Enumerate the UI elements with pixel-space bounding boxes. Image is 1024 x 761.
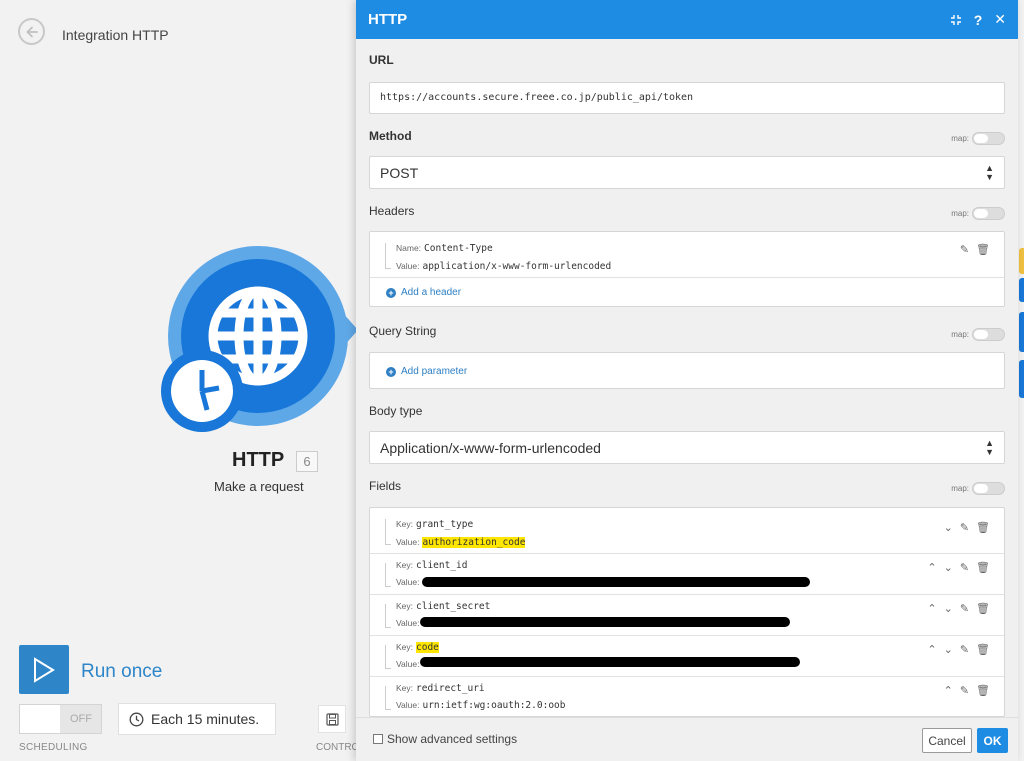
schedule-interval-text: Each 15 minutes.: [151, 711, 260, 727]
save-button[interactable]: [318, 705, 346, 733]
clock-icon: [199, 370, 220, 411]
field-key: code: [416, 642, 439, 653]
plus-circle-icon: +: [386, 287, 396, 298]
method-select[interactable]: POST ▲ ▼: [369, 156, 1005, 189]
field-key: client_id: [416, 560, 468, 571]
field-value: urn:ietf:wg:oauth:2.0:oob: [422, 700, 566, 711]
edit-icon[interactable]: ✎: [960, 561, 969, 574]
scheduling-label: SCHEDULING: [19, 742, 88, 753]
chevron-down-icon[interactable]: ⌄: [944, 602, 953, 615]
query-string-label: Query String: [369, 324, 437, 338]
field-key: client_secret: [416, 601, 491, 612]
method-label: Method: [369, 129, 412, 143]
show-advanced-settings[interactable]: Show advanced settings: [373, 732, 517, 746]
body-type-label: Body type: [369, 404, 423, 418]
save-icon: [325, 712, 339, 726]
field-item: Key: client_id Value: ⌃ ⌄ ✎ 🗑: [380, 555, 994, 593]
field-value: authorization_code: [422, 537, 526, 548]
run-once-button[interactable]: [19, 645, 69, 694]
redaction-mark: [420, 657, 800, 667]
help-icon[interactable]: ?: [974, 12, 983, 28]
method-select-value: POST: [380, 164, 419, 181]
header-name: Content-Type: [424, 243, 493, 254]
clock-icon: [129, 712, 144, 726]
play-icon: [34, 656, 55, 683]
schedule-clock[interactable]: [161, 350, 243, 432]
query-map-toggle[interactable]: map:: [951, 328, 1005, 341]
field-key: grant_type: [416, 519, 474, 530]
back-arrow-icon: [25, 26, 38, 37]
header-item: Name: Content-Type Value: application/x-…: [380, 235, 994, 275]
redaction-mark: [422, 577, 810, 587]
select-caret-icon: ▲ ▼: [985, 437, 994, 457]
body-type-value: Application/x-www-form-urlencoded: [380, 439, 601, 456]
delete-icon[interactable]: 🗑: [976, 243, 990, 256]
panel-footer: Show advanced settings Cancel OK: [356, 717, 1018, 761]
select-caret-icon: ▲ ▼: [985, 162, 994, 182]
scenario-title: Integration HTTP: [62, 27, 169, 43]
body-type-select[interactable]: Application/x-www-form-urlencoded ▲ ▼: [369, 431, 1005, 464]
fields-label: Fields: [369, 479, 402, 493]
back-button[interactable]: [18, 18, 45, 45]
fields-map-toggle[interactable]: map:: [951, 482, 1005, 495]
field-item: Key: code Value: ⌃ ⌄ ✎ 🗑: [380, 637, 994, 675]
edge-indicator: [1019, 248, 1024, 274]
headers-box: Name: Content-Type Value: application/x-…: [369, 231, 1005, 307]
scheduling-toggle[interactable]: OFF: [19, 704, 102, 734]
redaction-mark: [420, 617, 790, 627]
add-header-link[interactable]: + Add a header: [386, 287, 461, 298]
headers-label: Headers: [369, 204, 415, 218]
chevron-up-icon[interactable]: ⌃: [927, 643, 936, 656]
delete-icon[interactable]: 🗑: [976, 684, 990, 697]
plus-circle-icon: +: [386, 366, 396, 377]
edge-indicator: [1019, 360, 1024, 398]
controls-label: CONTRO: [316, 742, 360, 753]
cancel-button[interactable]: Cancel: [922, 728, 972, 753]
query-string-box: + Add parameter: [369, 352, 1005, 389]
chevron-down-icon[interactable]: ⌄: [944, 561, 953, 574]
run-once-label[interactable]: Run once: [81, 661, 162, 683]
fields-box: Key: grant_type Value: authorization_code …: [369, 507, 1005, 717]
http-settings-panel: HTTP ? ✕ URL https://accounts.secure.fre…: [356, 0, 1018, 761]
delete-icon[interactable]: 🗑: [976, 602, 990, 615]
ok-button[interactable]: OK: [977, 728, 1008, 753]
chevron-down-icon[interactable]: ⌄: [944, 521, 953, 534]
edit-icon[interactable]: ✎: [960, 643, 969, 656]
collapse-icon[interactable]: [950, 14, 962, 26]
close-icon[interactable]: ✕: [994, 11, 1006, 28]
field-item: Key: grant_type Value: authorization_code …: [380, 511, 994, 551]
delete-icon[interactable]: 🗑: [976, 521, 990, 534]
url-input[interactable]: https://accounts.secure.freee.co.jp/publ…: [369, 82, 1005, 114]
chevron-up-icon[interactable]: ⌃: [927, 602, 936, 615]
chevron-up-icon[interactable]: ⌃: [927, 561, 936, 574]
advanced-checkbox[interactable]: [373, 734, 383, 744]
edit-icon[interactable]: ✎: [960, 521, 969, 534]
chevron-up-icon[interactable]: ⌃: [944, 684, 953, 697]
header-value: application/x-www-form-urlencoded: [422, 261, 612, 272]
field-key: redirect_uri: [416, 683, 485, 694]
module-id-badge: 6: [296, 451, 318, 472]
panel-title: HTTP: [368, 11, 408, 28]
edit-icon[interactable]: ✎: [960, 684, 969, 697]
field-item: Key: redirect_uri Value: urn:ietf:wg:oauth…: [380, 678, 994, 716]
schedule-interval[interactable]: Each 15 minutes.: [118, 703, 276, 735]
add-parameter-link[interactable]: + Add parameter: [386, 366, 467, 377]
headers-map-toggle[interactable]: map:: [951, 207, 1005, 220]
edge-indicator: [1019, 312, 1024, 352]
scheduling-toggle-text: OFF: [70, 713, 92, 725]
field-item: Key: client_secret Value: ⌃ ⌄ ✎ 🗑: [380, 596, 994, 634]
url-label: URL: [369, 53, 394, 67]
edge-indicator: [1019, 278, 1024, 302]
delete-icon[interactable]: 🗑: [976, 643, 990, 656]
chevron-down-icon[interactable]: ⌄: [944, 643, 953, 656]
module-name: HTTP: [232, 449, 285, 471]
panel-header: HTTP ? ✕: [356, 0, 1018, 39]
delete-icon[interactable]: 🗑: [976, 561, 990, 574]
method-map-toggle[interactable]: map:: [951, 132, 1005, 145]
module-action: Make a request: [214, 479, 304, 494]
edit-icon[interactable]: ✎: [960, 602, 969, 615]
edit-icon[interactable]: ✎: [960, 243, 969, 256]
